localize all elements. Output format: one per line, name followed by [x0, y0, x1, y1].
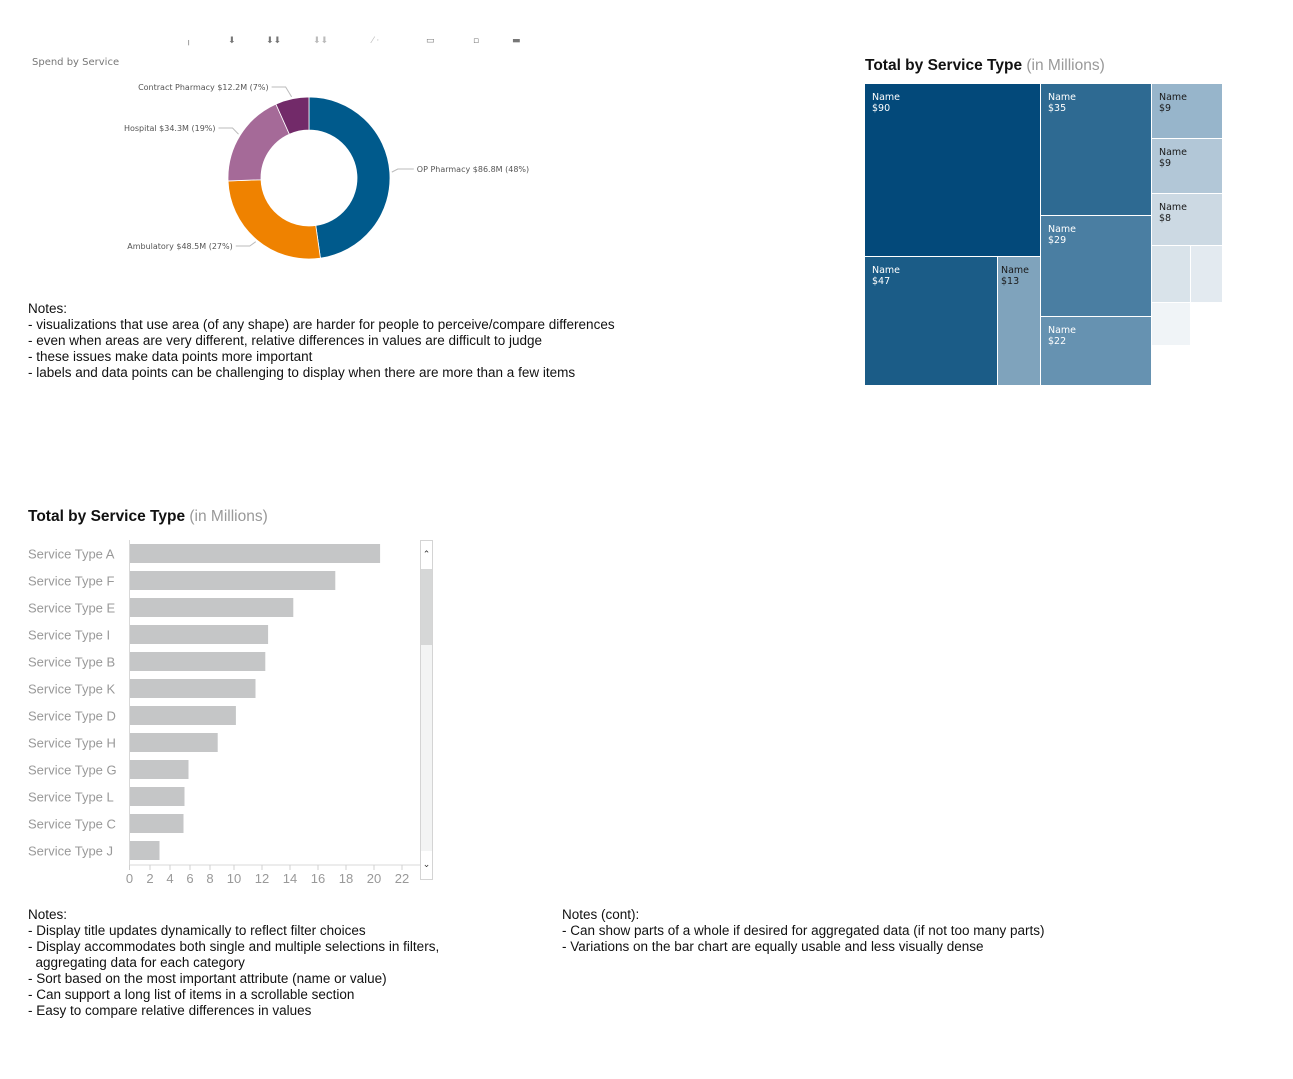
treemap-cell[interactable]: Name $29	[1041, 216, 1151, 316]
treemap-cell-value: $13	[1001, 276, 1020, 287]
category-label: Service Type K	[28, 682, 116, 697]
bar[interactable]	[130, 652, 266, 671]
category-label: Service Type F	[28, 574, 115, 589]
notes-bottom-left: Notes: - Display title updates dynamical…	[28, 907, 439, 1019]
x-tick-label: 18	[339, 871, 353, 886]
bar[interactable]	[130, 787, 185, 806]
note-line: - Variations on the bar chart are equall…	[562, 939, 984, 954]
bar[interactable]	[130, 760, 189, 779]
treemap-cell[interactable]: Name $47	[865, 257, 997, 385]
bar[interactable]	[130, 544, 381, 563]
note-line: - Easy to compare relative differences i…	[28, 1003, 312, 1018]
treemap-cell[interactable]: Name $9	[1152, 139, 1222, 193]
bar[interactable]	[130, 733, 218, 752]
bar[interactable]	[130, 679, 256, 698]
x-tick-label: 16	[311, 871, 325, 886]
note-line: aggregating data for each category	[28, 955, 245, 970]
x-tick-label: 12	[255, 871, 269, 886]
treemap-cell[interactable]: Name $8	[1152, 194, 1222, 245]
treemap-cell[interactable]	[1191, 246, 1222, 302]
treemap-cell-value: $35	[1048, 103, 1067, 114]
treemap-title-text: Total by Service Type	[865, 57, 1023, 74]
treemap-cell-name: Name	[1159, 92, 1188, 103]
treemap-cell-label: Name $90	[872, 92, 900, 114]
treemap-cell-label: Name $9	[1159, 92, 1187, 114]
treemap-chart: Name $90 Name $47 Name $13 Name $35 Name $29 Name $…	[865, 84, 1225, 386]
treemap-cell-name: Name	[1159, 147, 1188, 158]
note-line: - Can show parts of a whole if desired f…	[562, 923, 1045, 938]
bar-chart-scrollbar[interactable]: ⌃ ⌄	[420, 540, 433, 880]
scroll-down-button[interactable]: ⌄	[421, 851, 432, 879]
category-label: Service Type H	[28, 736, 116, 751]
treemap-cell[interactable]: Name $13	[998, 257, 1040, 385]
bar[interactable]	[130, 706, 236, 725]
treemap-cell[interactable]: Name $90	[865, 84, 1040, 256]
category-label: Service Type A	[28, 547, 115, 562]
bar[interactable]	[130, 814, 184, 833]
bar[interactable]	[130, 625, 269, 644]
x-tick-label: 10	[227, 871, 241, 886]
treemap-cell-value: $8	[1159, 213, 1172, 224]
note-line: - Display title updates dynamically to r…	[28, 923, 366, 938]
x-tick-label: 14	[283, 871, 297, 886]
treemap-cell-name: Name	[1048, 92, 1077, 103]
note-line: - Can support a long list of items in a …	[28, 987, 355, 1002]
note-line: - Display accommodates both single and m…	[28, 939, 440, 954]
category-label: Service Type B	[28, 655, 115, 670]
treemap-cell-label: Name $13	[1001, 265, 1029, 287]
treemap-cell[interactable]: Name $35	[1041, 84, 1151, 215]
bar[interactable]	[130, 841, 160, 860]
x-tick-label: 20	[367, 871, 381, 886]
treemap-cell-label: Name $9	[1159, 147, 1187, 169]
treemap-cell-name: Name	[872, 265, 901, 276]
category-label: Service Type I	[28, 628, 110, 643]
note-line: - Sort based on the most important attri…	[28, 971, 387, 986]
treemap-cell-label: Name $29	[1048, 224, 1076, 246]
notes-bottom-right: Notes (cont): - Can show parts of a whol…	[562, 907, 1045, 955]
treemap-cell[interactable]	[1152, 303, 1190, 345]
x-tick-label: 22	[395, 871, 409, 886]
category-label: Service Type J	[28, 844, 113, 859]
bar-chart: Service Type A Service Type F Service Type…	[28, 540, 420, 886]
x-tick-label: 8	[206, 871, 213, 886]
treemap-cell-name: Name	[1048, 325, 1077, 336]
category-label: Service Type D	[28, 709, 116, 724]
treemap-cell-label: Name $35	[1048, 92, 1076, 114]
notes-heading: Notes (cont):	[562, 907, 640, 922]
treemap-cell[interactable]: Name $22	[1041, 317, 1151, 385]
category-label: Service Type G	[28, 763, 117, 778]
treemap-cell-label: Name $22	[1048, 325, 1076, 347]
bar[interactable]	[130, 571, 336, 590]
bar[interactable]	[130, 598, 294, 617]
treemap-cell-label: Name $47	[872, 265, 900, 287]
treemap-cell-value: $22	[1048, 336, 1067, 347]
x-tick-label: 6	[186, 871, 193, 886]
category-label: Service Type C	[28, 817, 116, 832]
treemap-cell-name: Name	[1001, 265, 1030, 276]
x-tick-label: 4	[166, 871, 173, 886]
x-tick-label: 0	[126, 871, 133, 886]
treemap-cell-label: Name $8	[1159, 202, 1187, 224]
treemap-cell-value: $29	[1048, 235, 1067, 246]
category-label: Service Type L	[28, 790, 114, 805]
treemap-cell-name: Name	[872, 92, 901, 103]
treemap-cell-value: $9	[1159, 103, 1172, 114]
scroll-thumb[interactable]	[421, 569, 432, 645]
treemap-title: Total by Service Type (in Millions)	[865, 57, 1105, 75]
treemap-cell-value: $47	[872, 276, 891, 287]
notes-heading: Notes:	[28, 907, 68, 922]
treemap-cell[interactable]	[1152, 246, 1190, 302]
category-label: Service Type E	[28, 601, 116, 616]
treemap-cell-value: $90	[872, 103, 891, 114]
treemap-cell-name: Name	[1159, 202, 1188, 213]
treemap-cell-value: $9	[1159, 158, 1172, 169]
scroll-up-button[interactable]: ⌃	[421, 541, 432, 569]
treemap-cell-name: Name	[1048, 224, 1077, 235]
treemap-subtitle: (in Millions)	[1026, 57, 1105, 74]
x-tick-label: 2	[146, 871, 153, 886]
treemap-cell[interactable]: Name $9	[1152, 84, 1222, 138]
